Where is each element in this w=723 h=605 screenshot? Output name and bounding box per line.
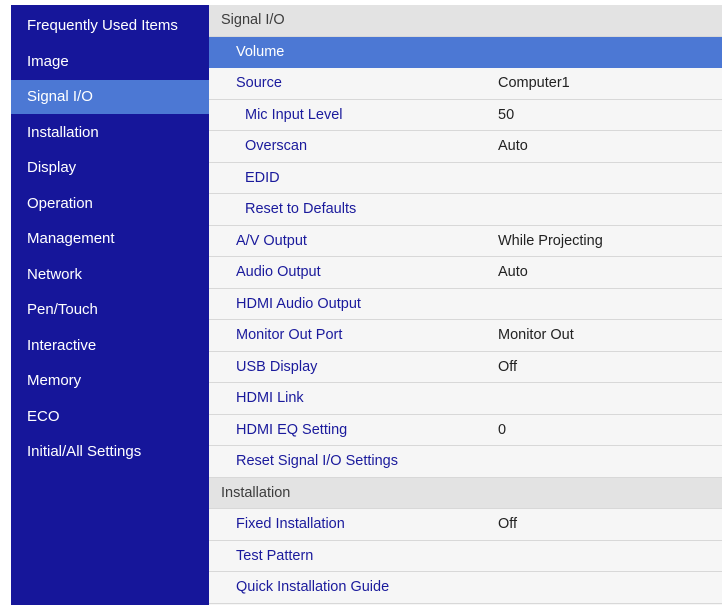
menu-sidebar: Frequently Used Items Image Signal I/O Inst… (11, 5, 209, 605)
setting-value: Auto (498, 138, 528, 154)
setting-label: Mic Input Level (245, 106, 343, 123)
setting-label: Reset to Defaults (245, 201, 357, 217)
setting-row-hdmi-eq-setting[interactable]: HDMI EQ Setting 0 (209, 415, 722, 446)
setting-label: Monitor Out Port (236, 327, 343, 343)
sidebar-item-management[interactable]: Management (11, 222, 209, 256)
setting-row-mic-input-level[interactable]: Mic Input Level 50 (209, 100, 722, 131)
setting-row-reset-signal-i-o-settings[interactable]: Reset Signal I/O Settings (209, 446, 722, 478)
setting-label: EDID (245, 169, 280, 186)
setting-row-quick-installation-guide[interactable]: Quick Installation Guide (209, 572, 722, 604)
sidebar-item-interactive[interactable]: Interactive (11, 329, 209, 363)
setting-label: HDMI Link (236, 390, 304, 406)
setting-row-reset-to-defaults[interactable]: Reset to Defaults (209, 194, 722, 226)
projector-menu: Frequently Used Items Image Signal I/O Inst… (11, 5, 722, 605)
setting-value: 0 (498, 421, 507, 438)
setting-row-source[interactable]: Source Computer1 (209, 68, 722, 100)
setting-label: A/V Output (236, 232, 307, 249)
setting-value: Monitor Out (498, 327, 574, 343)
setting-row-hdmi-link[interactable]: HDMI Link (209, 383, 722, 415)
setting-label: Quick Installation Guide (236, 579, 390, 595)
section-header-installation: Installation (209, 477, 722, 509)
setting-label: Reset Signal I/O Settings (236, 453, 398, 469)
setting-value: Auto (498, 264, 528, 280)
setting-row-a-v-output[interactable]: A/V Output While Projecting (209, 226, 722, 257)
setting-label: Fixed Installation (236, 516, 345, 532)
sidebar-item-network[interactable]: Network (11, 258, 209, 292)
sidebar-item-display[interactable]: Display (11, 151, 209, 185)
setting-value: Off (498, 358, 518, 375)
sidebar-item-memory[interactable]: Memory (11, 364, 209, 398)
setting-value: 50 (498, 106, 515, 123)
sidebar-item-eco[interactable]: ECO (11, 400, 209, 434)
menu-settings-panel: Signal I/O Volume Source Computer1 Mic Input… (209, 5, 722, 605)
setting-value: While Projecting (498, 232, 603, 249)
setting-label: Source (236, 75, 282, 91)
sidebar-item-initial-all-settings[interactable]: Initial/All Settings (11, 435, 209, 469)
setting-row-overscan[interactable]: Overscan Auto (209, 131, 722, 163)
setting-row-fixed-installation[interactable]: Fixed Installation Off (209, 509, 722, 541)
setting-row-test-pattern[interactable]: Test Pattern (209, 541, 722, 572)
setting-row-edid[interactable]: EDID (209, 163, 722, 194)
setting-label: Audio Output (236, 264, 321, 280)
sidebar-item-installation[interactable]: Installation (11, 116, 209, 150)
sidebar-item-frequently-used-items[interactable]: Frequently Used Items (11, 9, 209, 43)
sidebar-item-pen-touch[interactable]: Pen/Touch (11, 293, 209, 327)
setting-label: HDMI EQ Setting (236, 421, 348, 438)
section-header-label: Signal I/O (221, 12, 285, 28)
section-header-label: Installation (221, 484, 291, 501)
setting-label: USB Display (236, 358, 318, 375)
setting-label: Test Pattern (236, 547, 314, 564)
setting-row-audio-output[interactable]: Audio Output Auto (209, 257, 722, 289)
sidebar-item-operation[interactable]: Operation (11, 187, 209, 221)
section-header-signal-i-o: Signal I/O (209, 5, 722, 37)
sidebar-item-image[interactable]: Image (11, 45, 209, 79)
setting-row-volume[interactable]: Volume (209, 36, 722, 68)
setting-label: Overscan (245, 138, 308, 154)
setting-row-usb-display[interactable]: USB Display Off (209, 352, 722, 383)
setting-label: Volume (236, 43, 285, 60)
sidebar-item-signal-i-o[interactable]: Signal I/O (11, 80, 209, 114)
setting-row-monitor-out-port[interactable]: Monitor Out Port Monitor Out (209, 320, 722, 352)
setting-value: Off (498, 516, 518, 532)
setting-value: Computer1 (498, 75, 570, 91)
setting-row-hdmi-audio-output[interactable]: HDMI Audio Output (209, 289, 722, 320)
setting-label: HDMI Audio Output (236, 295, 361, 312)
